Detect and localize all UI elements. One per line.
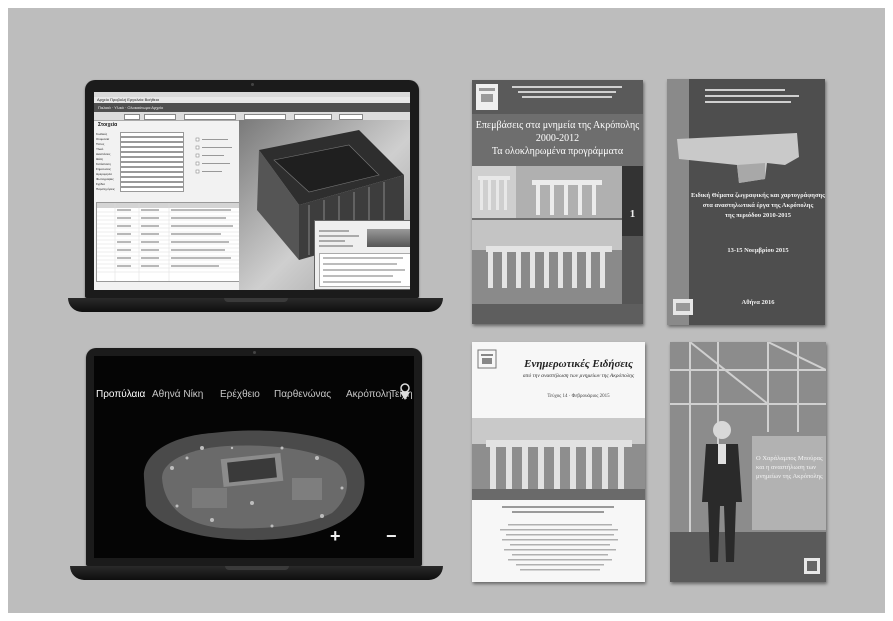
panel-title: Στοιχεία xyxy=(98,122,118,128)
background-panel: Αρχείο Προβολή Εργαλεία Βοήθεια Παλαιά ·… xyxy=(8,8,885,613)
cover-subtitle: Ειδική Θέματα ζωγραφικής και χαρτογράφησ… xyxy=(691,192,825,219)
laptop-base xyxy=(68,298,443,312)
trackpad-notch xyxy=(224,566,289,570)
info-popup[interactable] xyxy=(314,220,410,290)
toolbar-button[interactable] xyxy=(184,114,236,120)
book-cover-workshop-2010-2015: Ειδική Θέματα ζωγραφικής και χαρτογράφησ… xyxy=(667,79,825,325)
newsletter-issue: Τεύχος 14 · Φεβρουάριος 2015 xyxy=(547,394,610,399)
laptop-map: Προπύλαια Αθηνά Νίκη Ερέχθειο Παρθενώνας… xyxy=(70,348,443,580)
options-panel xyxy=(194,136,239,176)
form-label: Διαστάσεις xyxy=(96,152,111,156)
cover-city-year: Αθήνα 2016 xyxy=(741,299,775,306)
nav-item-parthenon[interactable]: Παρθενώνας xyxy=(274,389,331,400)
form-label: Θέση xyxy=(96,157,104,161)
form-label: Κωδικός xyxy=(96,132,108,136)
popup-list-rows xyxy=(323,257,405,283)
form-label: Ημερομηνία xyxy=(96,172,112,176)
nav-item-propylaia[interactable]: Προπύλαια xyxy=(96,389,145,400)
cover-title: Ο Χαράλαμπος Μπούρας και η αναστήλωση τω… xyxy=(756,455,823,480)
form-label: Κατάσταση xyxy=(96,162,111,166)
application-screen: Αρχείο Προβολή Εργαλεία Βοήθεια Παλαιά ·… xyxy=(94,92,410,290)
cover-title: Επεμβάσεις στα μνημεία της Ακρόπολης xyxy=(475,120,640,131)
newsletter-cover: Ενημερωτικές Ειδήσεις από την αναστήλωση… xyxy=(472,342,645,582)
record-form: Κωδικός Ονομασία Τύπος Υλικό Διαστάσεις … xyxy=(96,132,192,200)
cover-years: 2000-2012 xyxy=(535,133,580,144)
newsletter-title: Ενημερωτικές Ειδήσεις xyxy=(524,358,633,370)
toolbar-button[interactable] xyxy=(144,114,176,120)
camera xyxy=(253,351,256,354)
form-label: Τύπος xyxy=(96,142,105,146)
laptop-base xyxy=(70,566,443,580)
monument-navigation: Προπύλαια Αθηνά Νίκη Ερέχθειο Παρθενώνας… xyxy=(94,389,414,403)
records-table xyxy=(96,202,243,282)
records-table-grid[interactable] xyxy=(97,203,242,281)
laptop-application: Αρχείο Προβολή Εργαλεία Βοήθεια Παλαιά ·… xyxy=(68,80,443,312)
popup-thumbnail xyxy=(367,229,410,247)
laptop-lid: Αρχείο Προβολή Εργαλεία Βοήθεια Παλαιά ·… xyxy=(85,80,419,298)
cover-subtitle: Τα ολοκληρωμένα προγράμματα xyxy=(491,146,624,157)
book-cover-restoration-2000-2012: Επεμβάσεις στα μνημεία της Ακρόπολης 200… xyxy=(472,80,643,324)
cover-volume-number: 1 xyxy=(629,208,636,220)
nav-item-erechtheion[interactable]: Ερέχθειο xyxy=(220,389,260,400)
form-label: Σχέδια xyxy=(96,182,105,186)
popup-list[interactable] xyxy=(319,253,410,287)
form-field[interactable] xyxy=(120,187,184,192)
cover-date: 13-15 Νοεμβρίου 2015 xyxy=(727,247,789,254)
path-bar: Παλαιά · Υλικό · Ολοκαύτωμα Αρχείο xyxy=(94,103,410,112)
popup-fields xyxy=(319,230,359,247)
options-checkboxes[interactable] xyxy=(194,136,239,176)
newsletter-subtitle: από την αναστήλωση των μνημείων της Ακρό… xyxy=(522,373,635,379)
form-label: Φωτογραφίες xyxy=(96,177,114,181)
form-label: Υλικό xyxy=(96,147,104,151)
logo-icon xyxy=(400,383,410,400)
trackpad-notch xyxy=(223,298,288,302)
form-label: Ονομασία xyxy=(96,137,110,141)
nav-item-acropolis[interactable]: Ακρόπολη xyxy=(346,389,391,400)
form-label: Παρατηρήσεις xyxy=(96,187,115,191)
nav-item-athena-nike[interactable]: Αθηνά Νίκη xyxy=(152,389,203,400)
form-label: Σημειώσεις xyxy=(96,167,111,171)
zoom-in-button[interactable]: + xyxy=(330,526,341,547)
map-screen: Προπύλαια Αθηνά Νίκη Ερέχθειο Παρθενώνας… xyxy=(94,356,414,558)
toolbar-button[interactable] xyxy=(124,114,140,120)
book-cover-bouras: Ο Χαράλαμπος Μπούρας και η αναστήλωση τω… xyxy=(670,342,826,582)
camera xyxy=(251,83,254,86)
zoom-out-button[interactable]: − xyxy=(386,526,397,547)
laptop-lid: Προπύλαια Αθηνά Νίκη Ερέχθειο Παρθενώνας… xyxy=(86,348,422,566)
cover-artwork xyxy=(472,80,643,324)
